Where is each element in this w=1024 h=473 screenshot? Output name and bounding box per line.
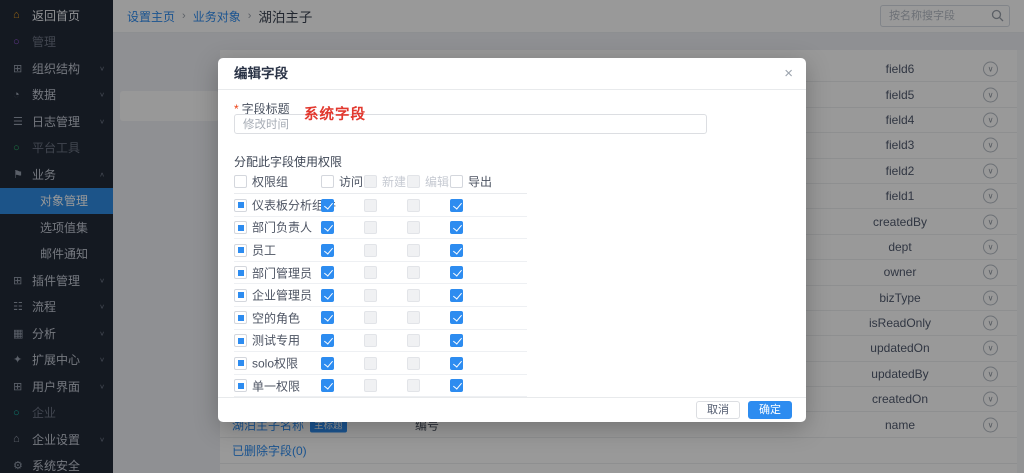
edit-checkbox: [407, 334, 420, 347]
permission-row: 单一权限: [234, 375, 527, 398]
create-checkbox: [364, 289, 377, 302]
access-checkbox[interactable]: [321, 266, 334, 279]
create-checkbox: [364, 379, 377, 392]
group-checkbox[interactable]: [234, 244, 247, 257]
access-checkbox[interactable]: [321, 244, 334, 257]
permission-group-name: solo权限: [252, 354, 298, 371]
permission-column-label: 编辑: [425, 173, 449, 190]
edit-checkbox: [407, 379, 420, 392]
permission-row: 部门负责人: [234, 217, 527, 240]
column-select-all-checkbox[interactable]: [234, 175, 247, 188]
permissions-section-title: 分配此字段使用权限: [234, 153, 342, 170]
permission-row: 部门管理员: [234, 262, 527, 285]
edit-checkbox: [407, 311, 420, 324]
permission-column: 新建: [364, 173, 407, 190]
group-checkbox[interactable]: [234, 379, 247, 392]
group-checkbox[interactable]: [234, 357, 247, 370]
permission-row: solo权限: [234, 352, 527, 375]
group-checkbox[interactable]: [234, 311, 247, 324]
access-checkbox[interactable]: [321, 334, 334, 347]
create-checkbox: [364, 199, 377, 212]
create-checkbox: [364, 334, 377, 347]
column-select-all-checkbox[interactable]: [450, 175, 463, 188]
permission-group-name: 员工: [252, 241, 276, 258]
create-checkbox: [364, 244, 377, 257]
permission-group-name: 部门管理员: [252, 264, 312, 281]
cancel-button[interactable]: 取消: [696, 401, 740, 419]
export-checkbox[interactable]: [450, 244, 463, 257]
access-checkbox[interactable]: [321, 221, 334, 234]
confirm-button[interactable]: 确定: [748, 401, 792, 419]
edit-checkbox: [407, 221, 420, 234]
permission-row: 空的角色: [234, 307, 527, 330]
group-checkbox[interactable]: [234, 289, 247, 302]
group-checkbox[interactable]: [234, 334, 247, 347]
create-checkbox: [364, 266, 377, 279]
export-checkbox[interactable]: [450, 334, 463, 347]
access-checkbox[interactable]: [321, 357, 334, 370]
group-checkbox[interactable]: [234, 266, 247, 279]
permission-group-name: 空的角色: [252, 309, 300, 326]
permission-row: 员工: [234, 239, 527, 262]
create-checkbox: [364, 221, 377, 234]
access-checkbox[interactable]: [321, 379, 334, 392]
permissions-rows: 仪表板分析组件 部门负责人 员工: [234, 194, 527, 397]
permission-group-name: 测试专用: [252, 332, 300, 349]
permission-column-label: 新建: [382, 173, 406, 190]
edit-checkbox: [407, 357, 420, 370]
group-checkbox[interactable]: [234, 221, 247, 234]
modal-title: 编辑字段: [218, 58, 806, 90]
export-checkbox[interactable]: [450, 221, 463, 234]
access-checkbox[interactable]: [321, 311, 334, 324]
permission-column: 导出: [450, 173, 493, 190]
edit-checkbox: [407, 266, 420, 279]
permission-row: 仪表板分析组件: [234, 194, 527, 217]
edit-checkbox: [407, 199, 420, 212]
access-checkbox[interactable]: [321, 199, 334, 212]
export-checkbox[interactable]: [450, 311, 463, 324]
edit-checkbox: [407, 244, 420, 257]
export-checkbox[interactable]: [450, 379, 463, 392]
app-window: ⌂ 返回首页 ○ 管理 ⊞ 组织结构 ∨ ◔ 数据 ∨ ☰ 日志管理 ∨ ○: [0, 0, 1024, 473]
permission-column-label: 导出: [468, 173, 492, 190]
export-checkbox[interactable]: [450, 199, 463, 212]
permission-column-label: 访问: [339, 173, 363, 190]
export-checkbox[interactable]: [450, 266, 463, 279]
column-select-all-checkbox: [364, 175, 377, 188]
edit-field-modal: 编辑字段 × *字段标题 系统字段 分配此字段使用权限 权限组 访问 新建: [218, 58, 806, 422]
permission-row: 企业管理员: [234, 284, 527, 307]
close-icon[interactable]: ×: [784, 64, 793, 84]
column-select-all-checkbox[interactable]: [321, 175, 334, 188]
permission-column: 访问: [321, 173, 364, 190]
permissions-header: 权限组 访问 新建 编辑 导出: [234, 170, 527, 194]
permission-column: 编辑: [407, 173, 450, 190]
create-checkbox: [364, 311, 377, 324]
permission-group-name: 部门负责人: [252, 219, 312, 236]
export-checkbox[interactable]: [450, 289, 463, 302]
modal-footer: 取消 确定: [218, 397, 806, 422]
group-checkbox[interactable]: [234, 199, 247, 212]
column-select-all-checkbox: [407, 175, 420, 188]
permission-column-label: 权限组: [252, 173, 288, 190]
export-checkbox[interactable]: [450, 357, 463, 370]
create-checkbox: [364, 357, 377, 370]
system-field-annotation: 系统字段: [304, 103, 366, 124]
permission-group-name: 单一权限: [252, 377, 300, 394]
access-checkbox[interactable]: [321, 289, 334, 302]
edit-checkbox: [407, 289, 420, 302]
permissions-table: 权限组 访问 新建 编辑 导出: [234, 170, 527, 397]
permission-column: 权限组: [234, 173, 321, 190]
permission-row: 测试专用: [234, 330, 527, 353]
permission-group-name: 企业管理员: [252, 287, 312, 304]
